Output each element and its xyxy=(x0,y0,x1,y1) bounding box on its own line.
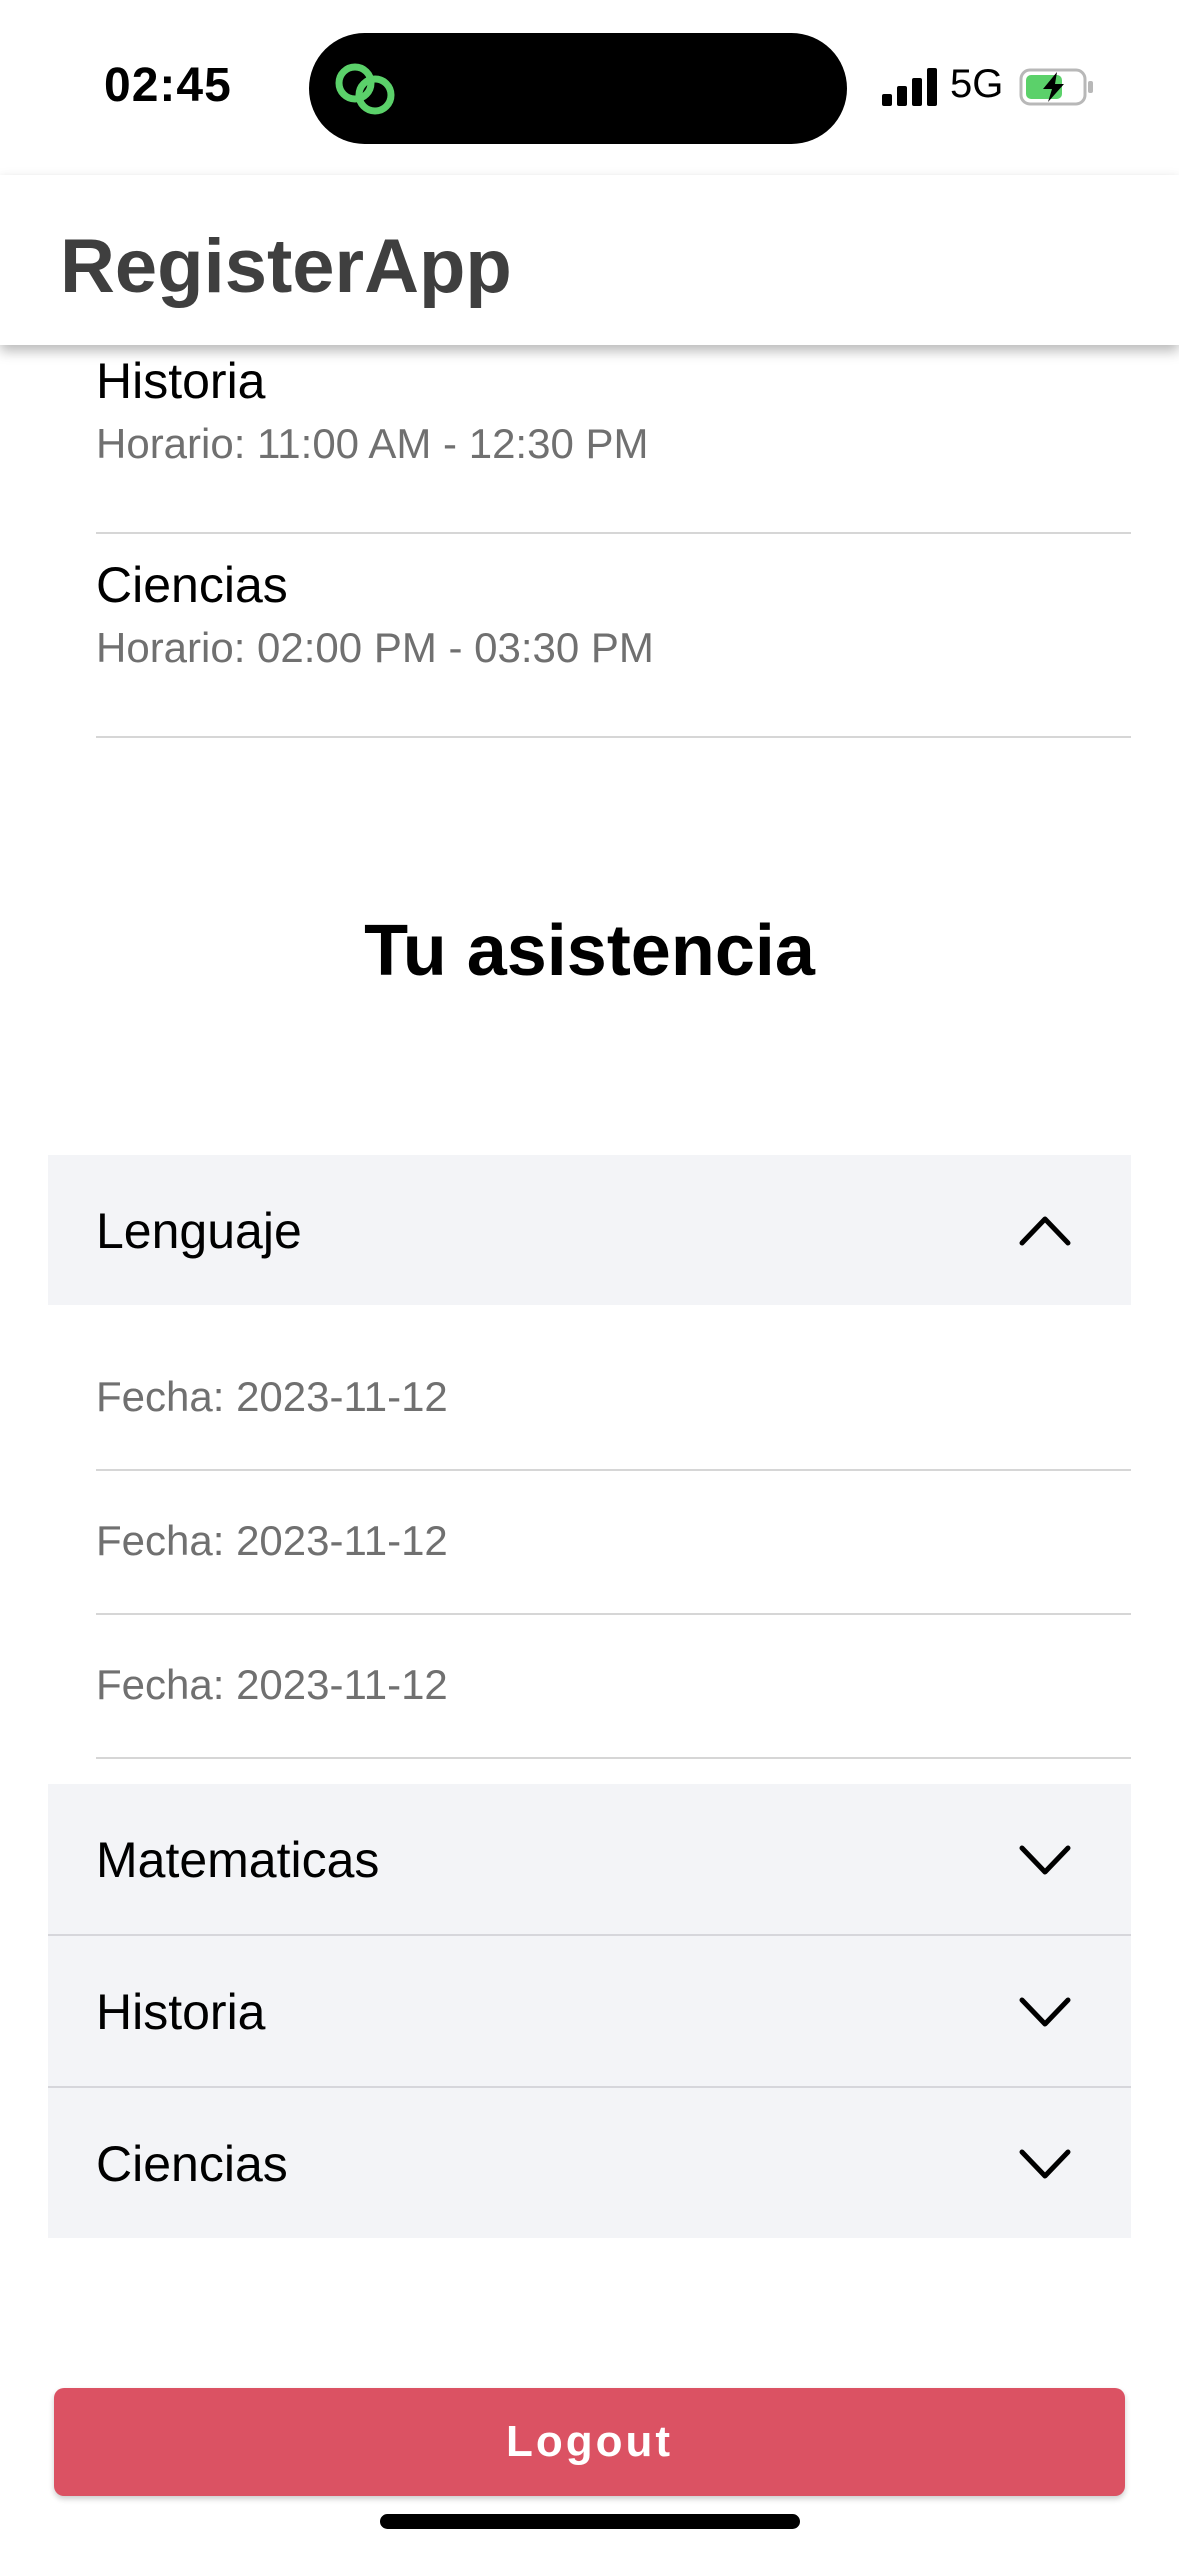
dynamic-island xyxy=(309,33,847,144)
accordion-header-historia[interactable]: Historia xyxy=(48,1936,1131,2086)
attendance-date: Fecha: 2023-11-12 xyxy=(96,1517,448,1564)
cellular-signal-icon xyxy=(882,68,938,106)
accordion-header-ciencias[interactable]: Ciencias xyxy=(48,2088,1131,2238)
app-header: RegisterApp xyxy=(0,175,1179,345)
attendance-title: Tu asistencia xyxy=(364,911,815,991)
link-icon xyxy=(335,63,395,115)
schedule-item[interactable]: Historia Horario: 11:00 AM - 12:30 PM xyxy=(96,328,1131,534)
logout-button[interactable]: Logout xyxy=(54,2388,1125,2496)
schedule-subject: Ciencias xyxy=(96,557,288,613)
attendance-date: Fecha: 2023-11-12 xyxy=(96,1661,448,1708)
network-type: 5G xyxy=(950,62,1004,106)
attendance-record: Fecha: 2023-11-12 xyxy=(96,1469,1131,1615)
status-time: 02:45 xyxy=(104,59,232,112)
accordion-label: Matematicas xyxy=(96,1832,380,1888)
accordion-label: Lenguaje xyxy=(96,1203,302,1259)
battery-charging-icon xyxy=(1019,68,1093,106)
accordion-label: Ciencias xyxy=(96,2136,288,2192)
schedule-subject: Historia xyxy=(96,353,266,409)
chevron-up-icon xyxy=(1019,1216,1071,1246)
schedule-item[interactable]: Ciencias Horario: 02:00 PM - 03:30 PM xyxy=(96,532,1131,738)
chevron-down-icon xyxy=(1019,2149,1071,2179)
attendance-record: Fecha: 2023-11-12 xyxy=(96,1613,1131,1759)
status-bar: 02:45 5G xyxy=(0,0,1179,175)
app-title: RegisterApp xyxy=(60,224,512,309)
home-indicator[interactable] xyxy=(380,2514,800,2529)
chevron-down-icon xyxy=(1019,1845,1071,1875)
attendance-record: Fecha: 2023-11-12 xyxy=(96,1325,1131,1471)
accordion-header-matematicas[interactable]: Matematicas xyxy=(48,1784,1131,1934)
accordion-label: Historia xyxy=(96,1984,266,2040)
chevron-down-icon xyxy=(1019,1997,1071,2027)
accordion-header-lenguaje[interactable]: Lenguaje xyxy=(48,1155,1131,1305)
attendance-date: Fecha: 2023-11-12 xyxy=(96,1373,448,1420)
schedule-hours: Horario: 11:00 AM - 12:30 PM xyxy=(96,420,649,467)
schedule-hours: Horario: 02:00 PM - 03:30 PM xyxy=(96,624,654,671)
